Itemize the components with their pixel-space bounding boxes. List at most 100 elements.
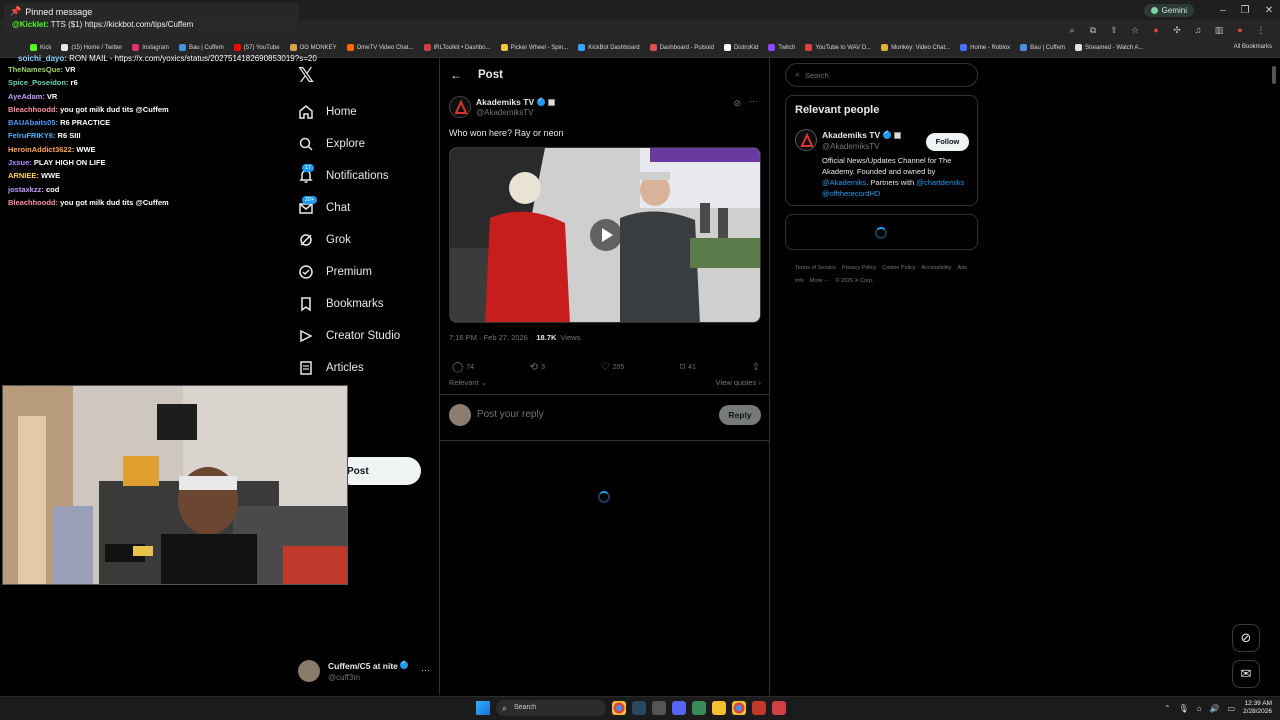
footer-link[interactable]: © 2026 X Corp. [835,278,873,284]
post-video[interactable] [449,147,761,323]
bookmark-item[interactable]: Monkey: Video Chat... [881,44,950,51]
minimize-icon[interactable]: – [1212,5,1234,16]
bookmark-item[interactable]: Bau | Cuffem [178,44,224,51]
app-icon[interactable] [652,701,666,715]
play-icon[interactable] [590,219,622,251]
like-action[interactable]: ♡ 205 [601,360,625,374]
bookmark-item[interactable]: Dashboard - Pulsoid [649,44,714,51]
bio-link-offtherecord[interactable]: @offtherecordHD [822,189,880,198]
post-timestamp[interactable]: 7:16 PM · Feb 27, 2026 · [449,333,532,342]
bio-link-akademiks[interactable]: @Akademiks [822,178,866,187]
scrollbar[interactable] [1271,62,1277,686]
bookmark-item[interactable]: Instagram [132,44,169,51]
grok-fab-icon[interactable]: ⊘ [1232,624,1260,652]
x-logo-icon[interactable]: 𝕏 [298,66,318,86]
clock[interactable]: 12:39 AM 2/28/2026 [1243,700,1272,716]
volume-icon[interactable]: 🔊 [1210,704,1220,713]
reply-button[interactable]: Reply [719,405,761,425]
nav-item-explore[interactable]: Explore [298,128,400,160]
star-icon[interactable]: ☆ [1128,23,1142,37]
bookmark-item[interactable]: Home - Roblox [960,44,1010,51]
footer-link[interactable]: Privacy Policy [842,265,876,271]
chat-username[interactable]: Bleachhoodd: [8,198,58,207]
bookmark-item[interactable]: KickBot Dashboard [578,44,640,51]
chat-username[interactable]: FelruFRIKY6: [8,131,56,140]
chat-username[interactable]: Jxsue: [8,158,32,167]
app-icon[interactable] [692,701,706,715]
nav-item-grok[interactable]: Grok [298,224,400,256]
share-icon[interactable]: ⇪ [1107,23,1121,37]
network-icon[interactable]: ⌂ [1197,704,1202,713]
footer-link[interactable]: Terms of Service [795,265,836,271]
chat-username[interactable]: Spice_Poseidon: [8,78,68,87]
follow-button[interactable]: Follow [926,133,969,151]
microphone-icon[interactable]: 🎙 [1179,704,1189,713]
scrollbar-thumb[interactable] [1272,66,1276,84]
chat-username[interactable]: HeroinAddict3622: [8,145,74,154]
reply-action[interactable]: ◯ 74 [452,360,474,374]
footer-link[interactable]: More ··· [810,278,830,284]
author-avatar[interactable] [449,96,471,118]
media-icon[interactable]: ♫ [1191,23,1205,37]
bookmark-action[interactable]: ⌑ 41 [680,360,696,374]
footer-link[interactable]: Accessibility [922,265,952,271]
bookmark-item[interactable]: Kick [30,44,51,51]
post-button[interactable]: Post [337,457,421,485]
messages-fab-icon[interactable]: ✉ [1232,660,1260,688]
bio-link-chartdemiks[interactable]: @chartdemiks [916,178,964,187]
extension-icon[interactable]: ● [1149,23,1163,37]
footer-link[interactable]: Cookie Policy [882,265,915,271]
bookmark-item[interactable]: OG MONKEY [289,44,337,51]
nav-item-chat[interactable]: 20+ Chat [298,192,400,224]
chat-username[interactable]: ARNIEE: [8,171,39,180]
view-quotes-link[interactable]: View quotes › [716,378,761,387]
bookmark-item[interactable]: IRLToolkit • Dashbo... [423,44,491,51]
app-icon[interactable] [752,701,766,715]
nav-item-home[interactable]: Home [298,96,400,128]
share-action[interactable]: ⇪ [752,360,760,374]
close-icon[interactable]: ✕ [1258,5,1280,16]
menu-icon[interactable]: ⋮ [1254,23,1268,37]
repost-action[interactable]: ⟲ 3 [530,360,545,374]
bookmark-item[interactable]: (15) Home / Twitter [61,44,122,51]
chat-username[interactable]: AyeAdam: [8,92,45,101]
bookmark-item[interactable]: DistroKid [723,44,758,51]
account-switcher[interactable]: Cuffem/C5 at nite @cuff3m ··· [298,659,432,685]
discord-icon[interactable] [672,701,686,715]
bookmark-item[interactable]: Picker Wheel - Spin... [500,44,568,51]
bookmark-item[interactable]: YouTube to WAV D... [805,44,871,51]
more-icon[interactable]: ··· [421,665,430,675]
file-explorer-icon[interactable] [712,701,726,715]
chrome-icon[interactable] [612,701,626,715]
reply-input[interactable]: Post your reply [477,409,544,420]
battery-icon[interactable]: ▭ [1228,704,1236,713]
sidebar-icon[interactable]: ▥ [1212,23,1226,37]
chat-username[interactable]: jostaxkzz: [8,185,44,194]
restore-icon[interactable]: ❐ [1234,5,1256,16]
nav-item-bookmarks[interactable]: Bookmarks [298,288,400,320]
nav-item-creator-studio[interactable]: Creator Studio [298,320,400,352]
chat-username[interactable]: BAUAbaits05: [8,118,58,127]
bookmark-item[interactable]: Bau | Cuffem [1020,44,1065,51]
gemini-button[interactable]: Gemini [1143,3,1194,17]
all-bookmarks[interactable]: All Bookmarks [1231,44,1272,50]
bookmark-item[interactable]: (57) YouTube [233,44,280,51]
search-input[interactable]: ⌕ Search [785,63,978,87]
author-name-row[interactable]: Akademiks TV [476,96,556,107]
bookmark-item[interactable]: OmeTV Video Chat... [346,44,414,51]
back-arrow-icon[interactable]: ← [450,68,462,82]
nav-item-articles[interactable]: Articles [298,352,400,384]
taskbar-search[interactable]: Search [496,700,606,716]
bookmark-item[interactable]: Twitch [768,44,795,51]
bookmark-item[interactable]: Streamed - Watch A... [1074,44,1143,51]
sort-dropdown[interactable]: Relevant ⌄ [449,378,487,387]
nav-item-notifications[interactable]: 17 Notifications [298,160,400,192]
app-icon[interactable] [772,701,786,715]
grok-explain-icon[interactable]: ⊘ [733,98,741,109]
windows-start-icon[interactable] [476,701,490,715]
profile-avatar-icon[interactable]: ● [1233,23,1247,37]
post-more-icon[interactable]: ··· [749,96,758,106]
person-avatar[interactable] [795,129,817,151]
chrome-icon[interactable] [732,701,746,715]
steam-icon[interactable] [632,701,646,715]
